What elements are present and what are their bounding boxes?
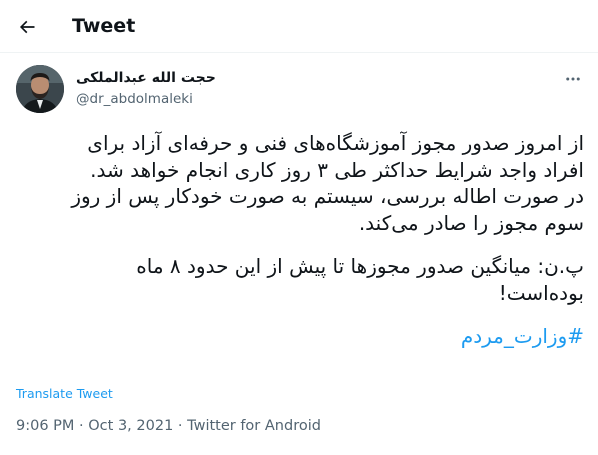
hashtag-link[interactable]: #وزارت_مردم xyxy=(461,324,584,348)
translate-tweet-link[interactable]: Translate Tweet xyxy=(16,386,113,401)
more-dots-icon xyxy=(566,77,580,81)
tweet-text: از امروز صدور مجوز آموزشگاه‌های فنی و حر… xyxy=(16,130,584,350)
meta-separator: · xyxy=(74,418,89,434)
header-divider xyxy=(0,52,598,53)
avatar[interactable] xyxy=(16,65,64,113)
tweet-line: افراد واجد شرایط حداکثر طی ۳ روز کاری ان… xyxy=(90,157,584,182)
meta-separator: · xyxy=(173,418,188,434)
tweet-source[interactable]: Twitter for Android xyxy=(187,418,321,434)
tweet-date[interactable]: Oct 3, 2021 xyxy=(88,418,173,434)
page-title: Tweet xyxy=(72,15,136,37)
tweet-metadata: 9:06 PM · Oct 3, 2021 · Twitter for Andr… xyxy=(16,418,321,434)
back-arrow-icon xyxy=(19,20,35,34)
tweet-line: بوده‌است! xyxy=(498,280,584,305)
more-options-button[interactable] xyxy=(560,66,586,92)
tweet-line: سوم مجوز را صادر می‌کند. xyxy=(358,210,584,235)
tweet-line: پ.ن: میانگین صدور مجوزها تا پیش از این ح… xyxy=(136,254,584,278)
tweet-time[interactable]: 9:06 PM xyxy=(16,418,74,434)
user-handle[interactable]: @dr_abdolmaleki xyxy=(76,91,193,107)
tweet-line: از امروز صدور مجوز آموزشگاه‌های فنی و حر… xyxy=(87,131,584,155)
tweet-line: در صورت اطاله بررسی، سیستم به صورت خودکا… xyxy=(71,184,584,208)
user-display-name[interactable]: حجت الله عبدالملکی xyxy=(76,70,216,86)
back-button[interactable] xyxy=(10,10,44,44)
tweet-header: Tweet xyxy=(0,0,598,53)
avatar-photo-icon xyxy=(16,65,64,113)
